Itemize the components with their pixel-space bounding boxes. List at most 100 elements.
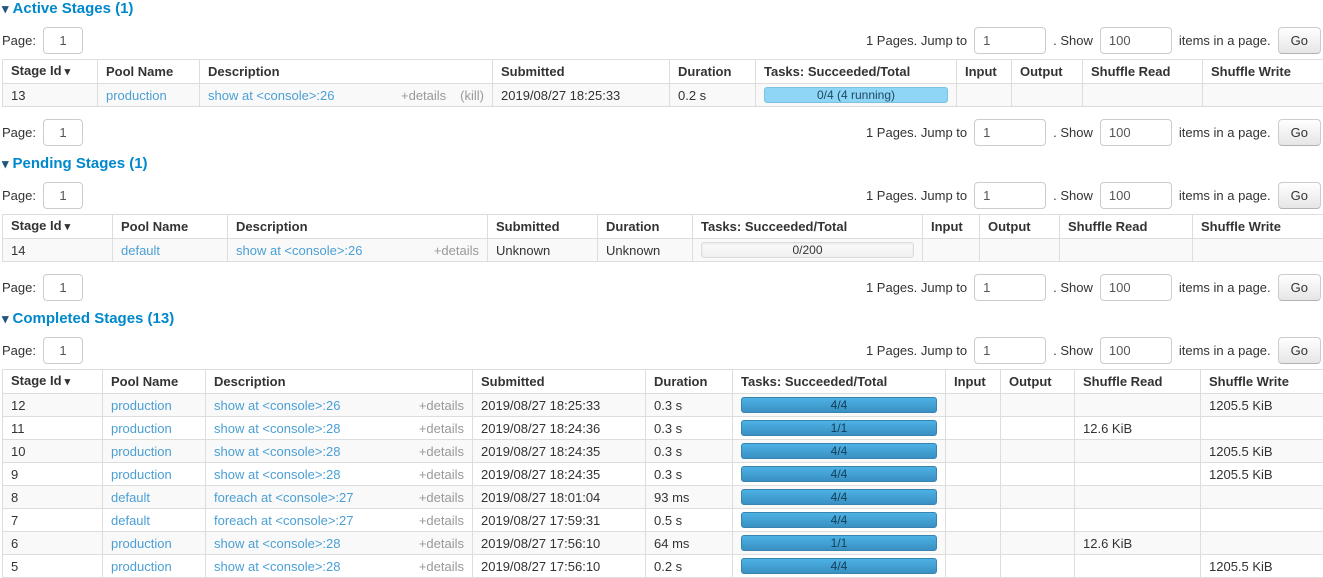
description-link[interactable]: show at <console>:28	[214, 421, 340, 436]
stage-row: 14default+detailsshow at <console>:26Unk…	[3, 239, 1323, 262]
pending-stages-heading[interactable]: ▾Pending Stages (1)	[2, 156, 1321, 172]
pool-name-link[interactable]: production	[111, 536, 172, 551]
description-actions: +details	[405, 421, 464, 436]
col-header-submitted[interactable]: Submitted	[493, 60, 670, 84]
description-link[interactable]: show at <console>:26	[208, 88, 334, 103]
page-number-input[interactable]	[43, 119, 83, 146]
page-number-input[interactable]	[43, 182, 83, 209]
details-link[interactable]: +details	[434, 243, 479, 258]
show-items-input[interactable]	[1100, 337, 1172, 364]
description-link[interactable]: foreach at <console>:27	[214, 513, 354, 528]
col-header-pool-name[interactable]: Pool Name	[98, 60, 200, 84]
col-header-stage-id[interactable]: Stage Id▾	[3, 215, 113, 239]
page-number-input[interactable]	[43, 27, 83, 54]
details-link[interactable]: +details	[419, 536, 464, 551]
pool-name-link[interactable]: production	[111, 467, 172, 482]
shuffle-read-cell	[1083, 84, 1203, 107]
jump-to-page-input[interactable]	[974, 119, 1046, 146]
pool-name-link[interactable]: production	[111, 559, 172, 574]
show-items-input[interactable]	[1100, 182, 1172, 209]
output-cell	[1001, 486, 1075, 509]
col-header-shuffle-write[interactable]: Shuffle Write	[1201, 370, 1323, 394]
col-header-stage-id[interactable]: Stage Id▾	[3, 370, 103, 394]
show-items-input[interactable]	[1100, 27, 1172, 54]
details-link[interactable]: +details	[419, 513, 464, 528]
description-link[interactable]: show at <console>:26	[236, 243, 362, 258]
col-header-pool-name[interactable]: Pool Name	[103, 370, 206, 394]
page-number-input[interactable]	[43, 274, 83, 301]
jump-to-page-input[interactable]	[974, 274, 1046, 301]
pool-name-link[interactable]: production	[111, 398, 172, 413]
col-header-tasks-succeeded-total[interactable]: Tasks: Succeeded/Total	[693, 215, 923, 239]
details-link[interactable]: +details	[401, 88, 446, 103]
col-header-shuffle-write[interactable]: Shuffle Write	[1193, 215, 1323, 239]
go-button[interactable]: Go	[1278, 27, 1321, 54]
col-header-output[interactable]: Output	[1001, 370, 1075, 394]
description-link[interactable]: show at <console>:28	[214, 444, 340, 459]
output-cell	[1001, 394, 1075, 417]
page-label: Page:	[2, 125, 36, 140]
col-header-submitted[interactable]: Submitted	[488, 215, 598, 239]
col-header-description[interactable]: Description	[228, 215, 488, 239]
pool-name-link[interactable]: default	[111, 513, 150, 528]
pool-name-link[interactable]: production	[111, 421, 172, 436]
col-header-shuffle-write[interactable]: Shuffle Write	[1203, 60, 1323, 84]
col-header-submitted[interactable]: Submitted	[473, 370, 646, 394]
col-header-output[interactable]: Output	[980, 215, 1060, 239]
pool-name-cell: default	[103, 509, 206, 532]
pool-name-link[interactable]: production	[106, 88, 167, 103]
col-header-output[interactable]: Output	[1012, 60, 1083, 84]
details-link[interactable]: +details	[419, 421, 464, 436]
description-link[interactable]: show at <console>:28	[214, 536, 340, 551]
pool-name-link[interactable]: production	[111, 444, 172, 459]
tasks-progress-bar: 1/1	[741, 535, 937, 551]
col-header-duration[interactable]: Duration	[670, 60, 756, 84]
completed-stages-heading[interactable]: ▾Completed Stages (13)	[2, 311, 1321, 327]
go-button[interactable]: Go	[1278, 337, 1321, 364]
submitted-cell: 2019/08/27 17:56:10	[473, 555, 646, 578]
col-header-shuffle-read[interactable]: Shuffle Read	[1083, 60, 1203, 84]
show-items-input[interactable]	[1100, 274, 1172, 301]
active-stages-heading[interactable]: ▾Active Stages (1)	[2, 1, 1321, 17]
description-link[interactable]: show at <console>:28	[214, 559, 340, 574]
go-button[interactable]: Go	[1278, 119, 1321, 146]
col-header-shuffle-read[interactable]: Shuffle Read	[1060, 215, 1193, 239]
col-header-pool-name[interactable]: Pool Name	[113, 215, 228, 239]
jump-to-page-input[interactable]	[974, 182, 1046, 209]
jump-to-page-input[interactable]	[974, 337, 1046, 364]
stage-id-cell: 10	[3, 440, 103, 463]
show-items-input[interactable]	[1100, 119, 1172, 146]
description-link[interactable]: foreach at <console>:27	[214, 490, 354, 505]
col-header-label: Tasks: Succeeded/Total	[764, 64, 910, 79]
go-button[interactable]: Go	[1278, 274, 1321, 301]
kill-link[interactable]: (kill)	[460, 88, 484, 103]
pool-name-link[interactable]: default	[121, 243, 160, 258]
col-header-tasks-succeeded-total[interactable]: Tasks: Succeeded/Total	[756, 60, 957, 84]
description-link[interactable]: show at <console>:28	[214, 467, 340, 482]
shuffle-read-cell	[1075, 463, 1201, 486]
details-link[interactable]: +details	[419, 559, 464, 574]
caret-down-icon: ▾	[2, 311, 9, 326]
col-header-duration[interactable]: Duration	[598, 215, 693, 239]
col-header-shuffle-read[interactable]: Shuffle Read	[1075, 370, 1201, 394]
tasks-progress-label: 4/4	[831, 559, 848, 573]
details-link[interactable]: +details	[419, 398, 464, 413]
duration-cell: 0.3 s	[646, 463, 733, 486]
jump-to-page-input[interactable]	[974, 27, 1046, 54]
col-header-duration[interactable]: Duration	[646, 370, 733, 394]
col-header-input[interactable]: Input	[923, 215, 980, 239]
col-header-tasks-succeeded-total[interactable]: Tasks: Succeeded/Total	[733, 370, 946, 394]
description-link[interactable]: show at <console>:26	[214, 398, 340, 413]
details-link[interactable]: +details	[419, 444, 464, 459]
tasks-progress-label: 4/4	[831, 467, 848, 481]
col-header-description[interactable]: Description	[206, 370, 473, 394]
details-link[interactable]: +details	[419, 467, 464, 482]
col-header-stage-id[interactable]: Stage Id▾	[3, 60, 98, 84]
details-link[interactable]: +details	[419, 490, 464, 505]
col-header-input[interactable]: Input	[946, 370, 1001, 394]
go-button[interactable]: Go	[1278, 182, 1321, 209]
col-header-description[interactable]: Description	[200, 60, 493, 84]
col-header-input[interactable]: Input	[957, 60, 1012, 84]
pool-name-link[interactable]: default	[111, 490, 150, 505]
page-number-input[interactable]	[43, 337, 83, 364]
